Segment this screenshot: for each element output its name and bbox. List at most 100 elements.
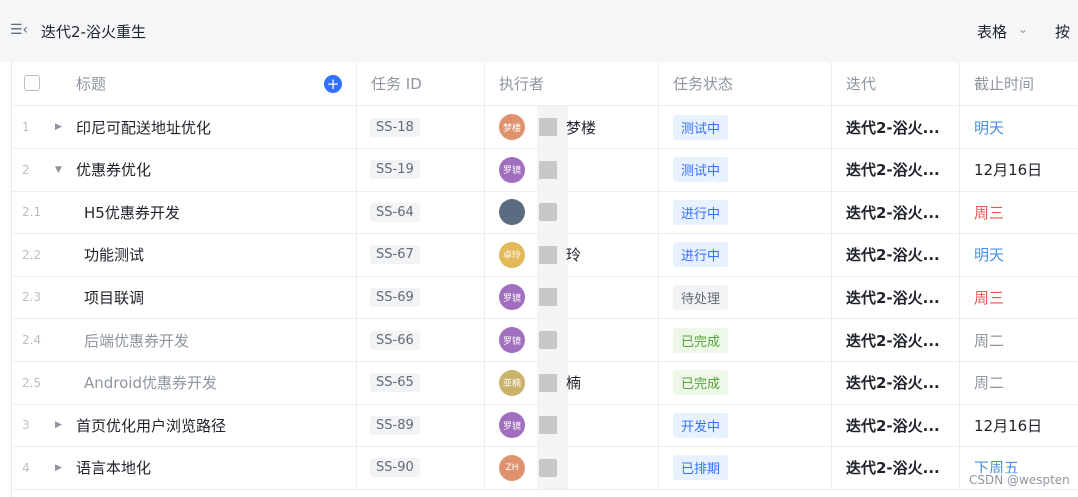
- cell-assignee[interactable]: [485, 190, 659, 234]
- avatar[interactable]: [499, 199, 525, 226]
- header-due-label[interactable]: 截止时间: [974, 73, 1034, 94]
- table-row[interactable]: 4 ▶ 语言本地化 SS-90 ZH 已排期 迭代2-浴火... 下周五: [12, 446, 1078, 490]
- avatar[interactable]: 罗镜: [499, 327, 525, 353]
- avatar[interactable]: 罗镜: [499, 412, 525, 439]
- table-row[interactable]: 2 ▼ 优惠券优化 SS-19 罗镜 测试中 迭代2-浴火... 12月16日: [12, 148, 1078, 192]
- task-title[interactable]: 功能测试: [84, 244, 144, 265]
- cell-task-id: SS-64: [357, 191, 485, 234]
- header-status-label[interactable]: 任务状态: [673, 73, 733, 94]
- task-title[interactable]: 后端优惠券开发: [84, 330, 189, 351]
- status-badge[interactable]: 开发中: [673, 412, 729, 438]
- cell-title[interactable]: 3 ▶ 首页优化用户浏览路径: [12, 404, 357, 447]
- cell-status[interactable]: 进行中: [659, 233, 832, 276]
- group-by-button[interactable]: 按: [1055, 21, 1070, 42]
- cell-due[interactable]: 明天: [960, 234, 1078, 276]
- redacted-mark: [539, 331, 557, 349]
- cell-title[interactable]: 1 ▶ 印尼可配送地址优化: [12, 106, 357, 148]
- cell-title[interactable]: 4 ▶ 语言本地化: [12, 446, 357, 489]
- chevron-down-icon[interactable]: ⌄: [1018, 22, 1028, 36]
- cell-due[interactable]: 周三: [960, 276, 1078, 318]
- cell-title[interactable]: 2.5 Android优惠券开发: [12, 361, 357, 404]
- status-badge[interactable]: 已完成: [673, 327, 729, 353]
- status-badge[interactable]: 已完成: [673, 370, 729, 396]
- cell-due[interactable]: 周二: [960, 319, 1078, 361]
- avatar[interactable]: 罗镜: [499, 284, 525, 311]
- cell-assignee[interactable]: 罗镜: [485, 318, 659, 362]
- cell-iteration[interactable]: 迭代2-浴火...: [832, 361, 960, 404]
- cell-assignee[interactable]: 罗镜: [485, 275, 659, 319]
- status-badge[interactable]: 测试中: [673, 114, 729, 140]
- cell-status[interactable]: 进行中: [659, 191, 832, 234]
- cell-title[interactable]: 2.4 后端优惠券开发: [12, 319, 357, 361]
- cell-assignee[interactable]: 罗镜: [485, 148, 659, 192]
- cell-title[interactable]: 2 ▼ 优惠券优化: [12, 148, 357, 191]
- avatar[interactable]: 亚楠: [499, 369, 525, 396]
- table-row[interactable]: 2.5 Android优惠券开发 SS-65 亚楠 楠 已完成 迭代2-浴火... 周二: [12, 361, 1078, 405]
- select-all-checkbox[interactable]: [24, 75, 40, 91]
- cell-status[interactable]: 开发中: [659, 404, 832, 447]
- iteration-name: 迭代2-浴火...: [846, 118, 940, 137]
- cell-title[interactable]: 2.2 功能测试: [12, 233, 357, 276]
- table-row[interactable]: 2.3 项目联调 SS-69 罗镜 待处理 迭代2-浴火... 周三: [12, 275, 1078, 320]
- expand-arrow-icon[interactable]: ▶: [55, 122, 62, 132]
- table-row[interactable]: 2.1 H5优惠券开发 SS-64 进行中 迭代2-浴火... 周三: [12, 190, 1078, 235]
- view-select-button[interactable]: 表格: [977, 21, 1007, 42]
- task-title[interactable]: Android优惠券开发: [84, 372, 217, 393]
- cell-iteration[interactable]: 迭代2-浴火...: [832, 233, 960, 276]
- cell-due[interactable]: 周二: [960, 362, 1078, 404]
- add-task-icon[interactable]: +: [324, 75, 342, 93]
- cell-iteration[interactable]: 迭代2-浴火...: [832, 106, 960, 148]
- task-title[interactable]: 语言本地化: [76, 457, 151, 478]
- cell-due[interactable]: 12月16日: [960, 149, 1078, 191]
- cell-status[interactable]: 待处理: [659, 276, 832, 319]
- cell-title[interactable]: 2.1 H5优惠券开发: [12, 191, 357, 234]
- table-row[interactable]: 3 ▶ 首页优化用户浏览路径 SS-89 罗镜 开发中 迭代2-浴火... 12月16日: [12, 403, 1078, 448]
- avatar[interactable]: 梦楼: [499, 114, 525, 140]
- avatar[interactable]: ZH: [499, 454, 525, 481]
- task-title[interactable]: 项目联调: [84, 287, 144, 308]
- cell-status[interactable]: 已排期: [659, 446, 832, 489]
- cell-status[interactable]: 测试中: [659, 148, 832, 191]
- header-assignee-label[interactable]: 执行者: [499, 73, 544, 94]
- expand-arrow-icon[interactable]: ▼: [55, 165, 62, 175]
- cell-status[interactable]: 已完成: [659, 319, 832, 361]
- expand-arrow-icon[interactable]: ▶: [55, 420, 62, 430]
- cell-due[interactable]: 周三: [960, 191, 1078, 233]
- collapse-menu-icon[interactable]: ☰‹: [10, 22, 28, 38]
- cell-title[interactable]: 2.3 项目联调: [12, 276, 357, 319]
- cell-iteration[interactable]: 迭代2-浴火...: [832, 319, 960, 361]
- avatar[interactable]: 卓玲: [499, 241, 525, 268]
- header-title-label[interactable]: 标题: [76, 73, 106, 94]
- header-iteration-label[interactable]: 迭代: [846, 73, 876, 94]
- cell-assignee[interactable]: 罗镜: [485, 403, 659, 447]
- cell-iteration[interactable]: 迭代2-浴火...: [832, 191, 960, 234]
- task-title[interactable]: 首页优化用户浏览路径: [76, 415, 226, 436]
- top-bar: ☰‹ 迭代2-浴火重生 表格 ⌄ 按: [0, 0, 1078, 62]
- expand-arrow-icon[interactable]: ▶: [55, 463, 62, 473]
- cell-assignee[interactable]: ZH: [485, 446, 659, 490]
- status-badge[interactable]: 已排期: [673, 455, 729, 481]
- cell-iteration[interactable]: 迭代2-浴火...: [832, 404, 960, 447]
- cell-status[interactable]: 已完成: [659, 361, 832, 404]
- cell-assignee[interactable]: 卓玲 玲: [485, 233, 659, 277]
- task-title[interactable]: 优惠券优化: [76, 159, 151, 180]
- cell-status[interactable]: 测试中: [659, 106, 832, 148]
- avatar[interactable]: 罗镜: [499, 156, 525, 183]
- cell-due[interactable]: 12月16日: [960, 404, 1078, 446]
- cell-assignee[interactable]: 梦楼 梦楼: [485, 105, 659, 149]
- status-badge[interactable]: 进行中: [673, 242, 729, 268]
- task-title[interactable]: H5优惠券开发: [84, 202, 180, 223]
- cell-due[interactable]: 明天: [960, 106, 1078, 148]
- table-row[interactable]: 2.2 功能测试 SS-67 卓玲 玲 进行中 迭代2-浴火... 明天: [12, 233, 1078, 277]
- status-badge[interactable]: 测试中: [673, 157, 729, 183]
- status-badge[interactable]: 进行中: [673, 199, 729, 225]
- table-row[interactable]: 2.4 后端优惠券开发 SS-66 罗镜 已完成 迭代2-浴火... 周二: [12, 318, 1078, 362]
- cell-iteration[interactable]: 迭代2-浴火...: [832, 148, 960, 191]
- task-title[interactable]: 印尼可配送地址优化: [76, 117, 211, 138]
- cell-assignee[interactable]: 亚楠 楠: [485, 361, 659, 405]
- status-badge[interactable]: 待处理: [673, 284, 729, 310]
- table-row[interactable]: 1 ▶ 印尼可配送地址优化 SS-18 梦楼 梦楼 测试中 迭代2-浴火... 明天: [12, 105, 1078, 149]
- cell-iteration[interactable]: 迭代2-浴火...: [832, 276, 960, 319]
- cell-iteration[interactable]: 迭代2-浴火...: [832, 446, 960, 489]
- header-id-label[interactable]: 任务 ID: [371, 73, 422, 94]
